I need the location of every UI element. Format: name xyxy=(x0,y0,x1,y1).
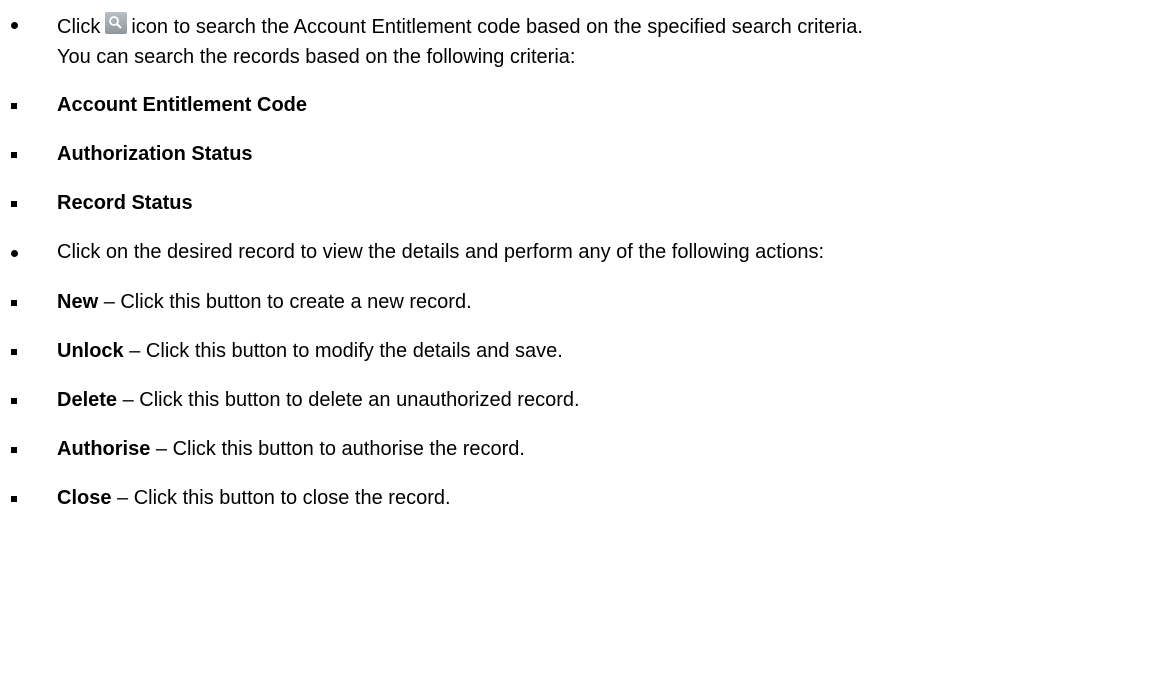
action-description: – Click this button to create a new reco… xyxy=(103,291,472,313)
action-description: – Click this button to modify the detail… xyxy=(129,340,563,362)
action-name: Delete xyxy=(57,389,118,411)
action-description: – Click this button to delete an unautho… xyxy=(122,389,580,411)
action-name: Authorise xyxy=(57,438,151,460)
instruction-after-icon: icon to search the Account Entitlement c… xyxy=(131,16,863,38)
instruction-click-word: Click xyxy=(57,16,101,38)
search-icon xyxy=(105,12,128,34)
action-description: – Click this button to close the record. xyxy=(117,487,451,509)
action-name: New xyxy=(57,291,99,313)
action-name: Unlock xyxy=(57,340,124,362)
action-name: Close xyxy=(57,487,112,509)
action-description: – Click this button to authorise the rec… xyxy=(155,438,525,460)
